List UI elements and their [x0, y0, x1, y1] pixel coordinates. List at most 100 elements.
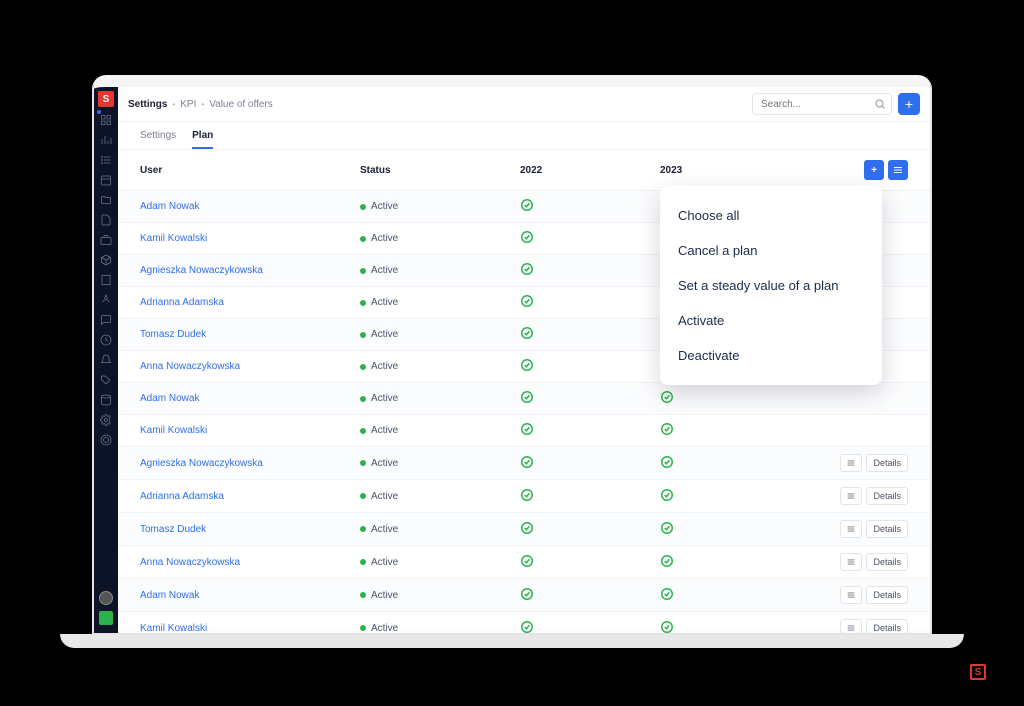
user-link[interactable]: Kamil Kowalski — [140, 425, 360, 436]
user-avatar[interactable] — [99, 591, 113, 605]
folder-icon[interactable] — [99, 193, 113, 207]
table-row: Kamil KowalskiActive — [118, 415, 930, 447]
user-link[interactable]: Adam Nowak — [140, 590, 360, 601]
table-row: Adam NowakActiveDetails — [118, 579, 930, 612]
row-menu-button[interactable] — [840, 586, 862, 604]
user-link[interactable]: Anna Nowaczykowska — [140, 557, 360, 568]
status-cell: Active — [360, 557, 520, 568]
list-icon[interactable] — [99, 153, 113, 167]
breadcrumb-level-2[interactable]: KPI — [180, 99, 196, 110]
bell-icon[interactable] — [99, 353, 113, 367]
cube-icon[interactable] — [99, 253, 113, 267]
row-menu-button[interactable] — [840, 454, 862, 472]
menu-cancel-plan[interactable]: Cancel a plan — [660, 233, 882, 268]
user-link[interactable]: Adam Nowak — [140, 393, 360, 404]
status-dot-icon — [360, 332, 366, 338]
building-icon[interactable] — [99, 273, 113, 287]
notification-dot — [96, 109, 102, 115]
status-label: Active — [371, 491, 398, 502]
status-label: Active — [371, 557, 398, 568]
status-dot-icon — [360, 204, 366, 210]
user-link[interactable]: Adam Nowak — [140, 201, 360, 212]
details-button[interactable]: Details — [866, 619, 908, 633]
cell-2022 — [520, 455, 660, 472]
cell-2023 — [660, 587, 800, 604]
rocket-icon[interactable] — [99, 293, 113, 307]
user-link[interactable]: Tomasz Dudek — [140, 524, 360, 535]
status-cell: Active — [360, 265, 520, 276]
breadcrumb-sep: • — [201, 100, 204, 109]
table-header: User Status 2022 2023 + — [118, 150, 930, 191]
status-dot-icon — [360, 460, 366, 466]
dashboard-icon[interactable] — [99, 113, 113, 127]
app-logo[interactable]: S — [98, 91, 114, 107]
database-icon[interactable] — [99, 393, 113, 407]
status-label: Active — [371, 458, 398, 469]
details-button[interactable]: Details — [866, 586, 908, 604]
user-link[interactable]: Adrianna Adamska — [140, 297, 360, 308]
document-icon[interactable] — [99, 213, 113, 227]
user-link[interactable]: Agnieszka Nowaczykowska — [140, 458, 360, 469]
status-dot-icon — [360, 493, 366, 499]
details-button[interactable]: Details — [866, 454, 908, 472]
status-label: Active — [371, 393, 398, 404]
user-link[interactable]: Anna Nowaczykowska — [140, 361, 360, 372]
cell-2022 — [520, 390, 660, 407]
row-menu-button[interactable] — [840, 553, 862, 571]
status-dot-icon — [360, 396, 366, 402]
menu-steady-value[interactable]: Set a steady value of a plan — [660, 268, 882, 303]
breadcrumb-level-3[interactable]: Value of offers — [209, 99, 273, 110]
status-label: Active — [371, 623, 398, 634]
chat-icon[interactable] — [99, 313, 113, 327]
target-icon[interactable] — [99, 433, 113, 447]
cell-2023 — [660, 620, 800, 634]
status-dot-icon — [360, 300, 366, 306]
gear-icon[interactable] — [99, 413, 113, 427]
status-cell: Active — [360, 329, 520, 340]
row-menu-button[interactable] — [840, 619, 862, 633]
user-link[interactable]: Tomasz Dudek — [140, 329, 360, 340]
tab-plan[interactable]: Plan — [192, 130, 213, 149]
cell-2022 — [520, 294, 660, 311]
add-button[interactable]: + — [898, 93, 920, 115]
user-link[interactable]: Kamil Kowalski — [140, 233, 360, 244]
menu-deactivate[interactable]: Deactivate — [660, 338, 882, 373]
details-button[interactable]: Details — [866, 553, 908, 571]
bulk-menu-button[interactable] — [888, 160, 908, 180]
user-link[interactable]: Kamil Kowalski — [140, 623, 360, 634]
cell-2022 — [520, 521, 660, 538]
status-cell: Active — [360, 524, 520, 535]
cell-2022 — [520, 262, 660, 279]
cell-2023 — [660, 554, 800, 571]
add-row-button[interactable]: + — [864, 160, 884, 180]
breadcrumb-root[interactable]: Settings — [128, 99, 167, 110]
cell-2023 — [660, 488, 800, 505]
search-icon — [874, 98, 886, 110]
calendar-icon[interactable] — [99, 173, 113, 187]
col-user: User — [140, 165, 360, 176]
search-input[interactable] — [752, 93, 892, 115]
cell-2023 — [660, 455, 800, 472]
cell-2022 — [520, 358, 660, 375]
user-link[interactable]: Agnieszka Nowaczykowska — [140, 265, 360, 276]
row-menu-button[interactable] — [840, 487, 862, 505]
details-button[interactable]: Details — [866, 487, 908, 505]
cell-2023 — [660, 521, 800, 538]
clock-icon[interactable] — [99, 333, 113, 347]
menu-activate[interactable]: Activate — [660, 303, 882, 338]
row-menu-button[interactable] — [840, 520, 862, 538]
help-icon[interactable] — [99, 611, 113, 625]
status-cell: Active — [360, 297, 520, 308]
table-row: Agnieszka Nowaczykowska Active Details — [118, 447, 930, 480]
tag-icon[interactable] — [99, 373, 113, 387]
status-label: Active — [371, 233, 398, 244]
chart-icon[interactable] — [99, 133, 113, 147]
details-button[interactable]: Details — [866, 520, 908, 538]
tab-settings[interactable]: Settings — [140, 130, 176, 149]
briefcase-icon[interactable] — [99, 233, 113, 247]
menu-choose-all[interactable]: Choose all — [660, 198, 882, 233]
status-cell: Active — [360, 491, 520, 502]
status-cell: Active — [360, 233, 520, 244]
status-cell: Active — [360, 623, 520, 634]
user-link[interactable]: Adrianna Adamska — [140, 491, 360, 502]
